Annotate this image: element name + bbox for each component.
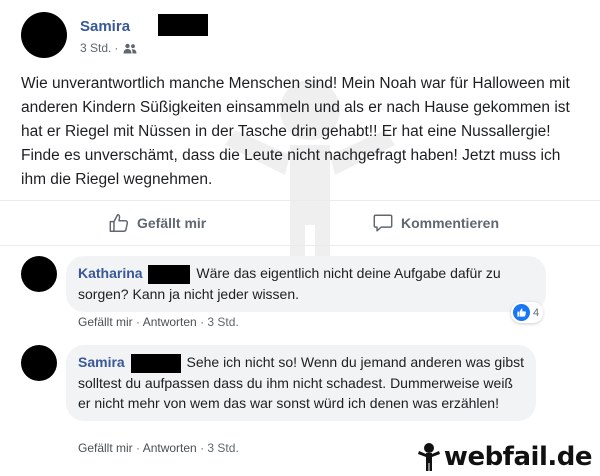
watermark-text: webfail.de xyxy=(443,442,593,472)
reaction-badge[interactable]: 4 xyxy=(511,302,544,323)
comment-footer: Gefällt mir · Antworten · 3 Std. xyxy=(78,441,239,455)
comment-like-link[interactable]: Gefällt mir xyxy=(78,315,133,329)
comment-reply-link[interactable]: Antworten xyxy=(143,315,197,329)
post-header: Samira 3 Std. · xyxy=(21,12,581,62)
comment-author-name[interactable]: Katharina xyxy=(78,265,143,281)
comment-footer: Gefällt mir · Antworten · 3 Std. xyxy=(78,315,239,329)
redaction-bar xyxy=(130,353,181,373)
webfail-figure-icon xyxy=(417,443,440,471)
like-button-label: Gefällt mir xyxy=(137,215,207,231)
comment-timestamp[interactable]: 3 Std. xyxy=(207,315,238,329)
comment-timestamp[interactable]: 3 Std. xyxy=(207,441,238,455)
meta-separator: · xyxy=(114,41,119,55)
post-author-name[interactable]: Samira xyxy=(80,18,130,35)
avatar[interactable] xyxy=(21,256,57,292)
comment-icon xyxy=(373,214,393,232)
avatar[interactable] xyxy=(21,345,57,381)
redaction-bar xyxy=(148,264,191,284)
post-meta: 3 Std. · xyxy=(80,41,137,55)
comment-button[interactable]: Kommentieren xyxy=(372,201,499,245)
comment-reply-link[interactable]: Antworten xyxy=(143,441,197,455)
comment-button-label: Kommentieren xyxy=(401,215,500,231)
webfail-watermark: webfail.de xyxy=(416,442,593,472)
reaction-count: 4 xyxy=(533,306,540,319)
post-body-text: Wie unverantwortlich manche Menschen sin… xyxy=(21,75,570,188)
friends-icon[interactable] xyxy=(123,43,137,54)
redaction-bar xyxy=(158,14,208,36)
comment-bubble: Samira Sehe ich nicht so! Wenn du jemand… xyxy=(66,345,536,421)
post-timestamp[interactable]: 3 Std. xyxy=(80,41,111,55)
comment: Katharina Wäre das eigentlich nicht dein… xyxy=(21,256,581,336)
thumbs-up-icon xyxy=(109,214,129,232)
like-button[interactable]: Gefällt mir xyxy=(108,201,206,245)
comment-author-name[interactable]: Samira xyxy=(78,354,125,370)
like-reaction-icon xyxy=(513,304,530,321)
avatar[interactable] xyxy=(21,12,67,58)
post-actions-bar: Gefällt mir Kommentieren xyxy=(0,200,600,246)
comment-bubble: Katharina Wäre das eigentlich nicht dein… xyxy=(66,256,546,312)
comment-like-link[interactable]: Gefällt mir xyxy=(78,441,133,455)
